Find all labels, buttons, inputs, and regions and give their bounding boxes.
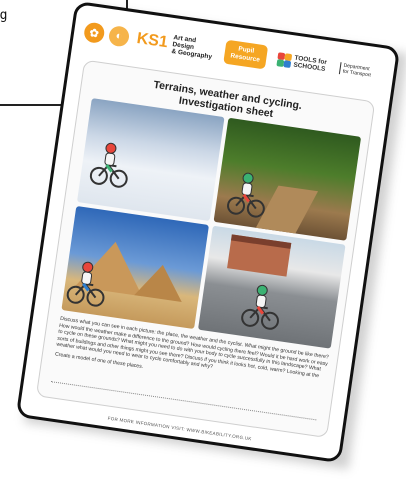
callout-line: ing [0, 8, 8, 23]
callout-line: e [0, 26, 54, 47]
photo-snow [76, 98, 225, 222]
pupil-resource-badge: Pupil Resource [223, 39, 268, 70]
photo-forest [213, 117, 362, 241]
house-shape [227, 234, 292, 277]
ks-label: KS1 [135, 29, 169, 52]
tools-for-schools-logo: TOOLS for SCHOOLS [276, 52, 327, 73]
tools-text: TOOLS for SCHOOLS [293, 55, 327, 74]
worksheet-card: ✿ ◐ KS1 Art and Design & Geography Pupil… [15, 0, 401, 464]
cyclist-illustration [87, 139, 134, 195]
cyclist-illustration [238, 281, 285, 337]
tools-logo-icon [276, 52, 292, 69]
photo-desert [61, 205, 209, 329]
subject-label: Art and Design & Geography [171, 34, 218, 61]
worksheet-inner-panel: Terrains, weather and cycling. Investiga… [35, 59, 376, 439]
callout-text: and ing e [0, 0, 54, 47]
cyclist-illustration [64, 258, 111, 314]
pyramid-shape [134, 261, 187, 302]
cycle-logo-icon: ◐ [107, 24, 131, 48]
photo-grid [61, 98, 362, 349]
bike-logo-icon: ✿ [82, 21, 106, 45]
photo-street [197, 225, 346, 349]
cyclist-illustration [224, 169, 271, 225]
dft-logo: Department for Transport [338, 62, 373, 79]
